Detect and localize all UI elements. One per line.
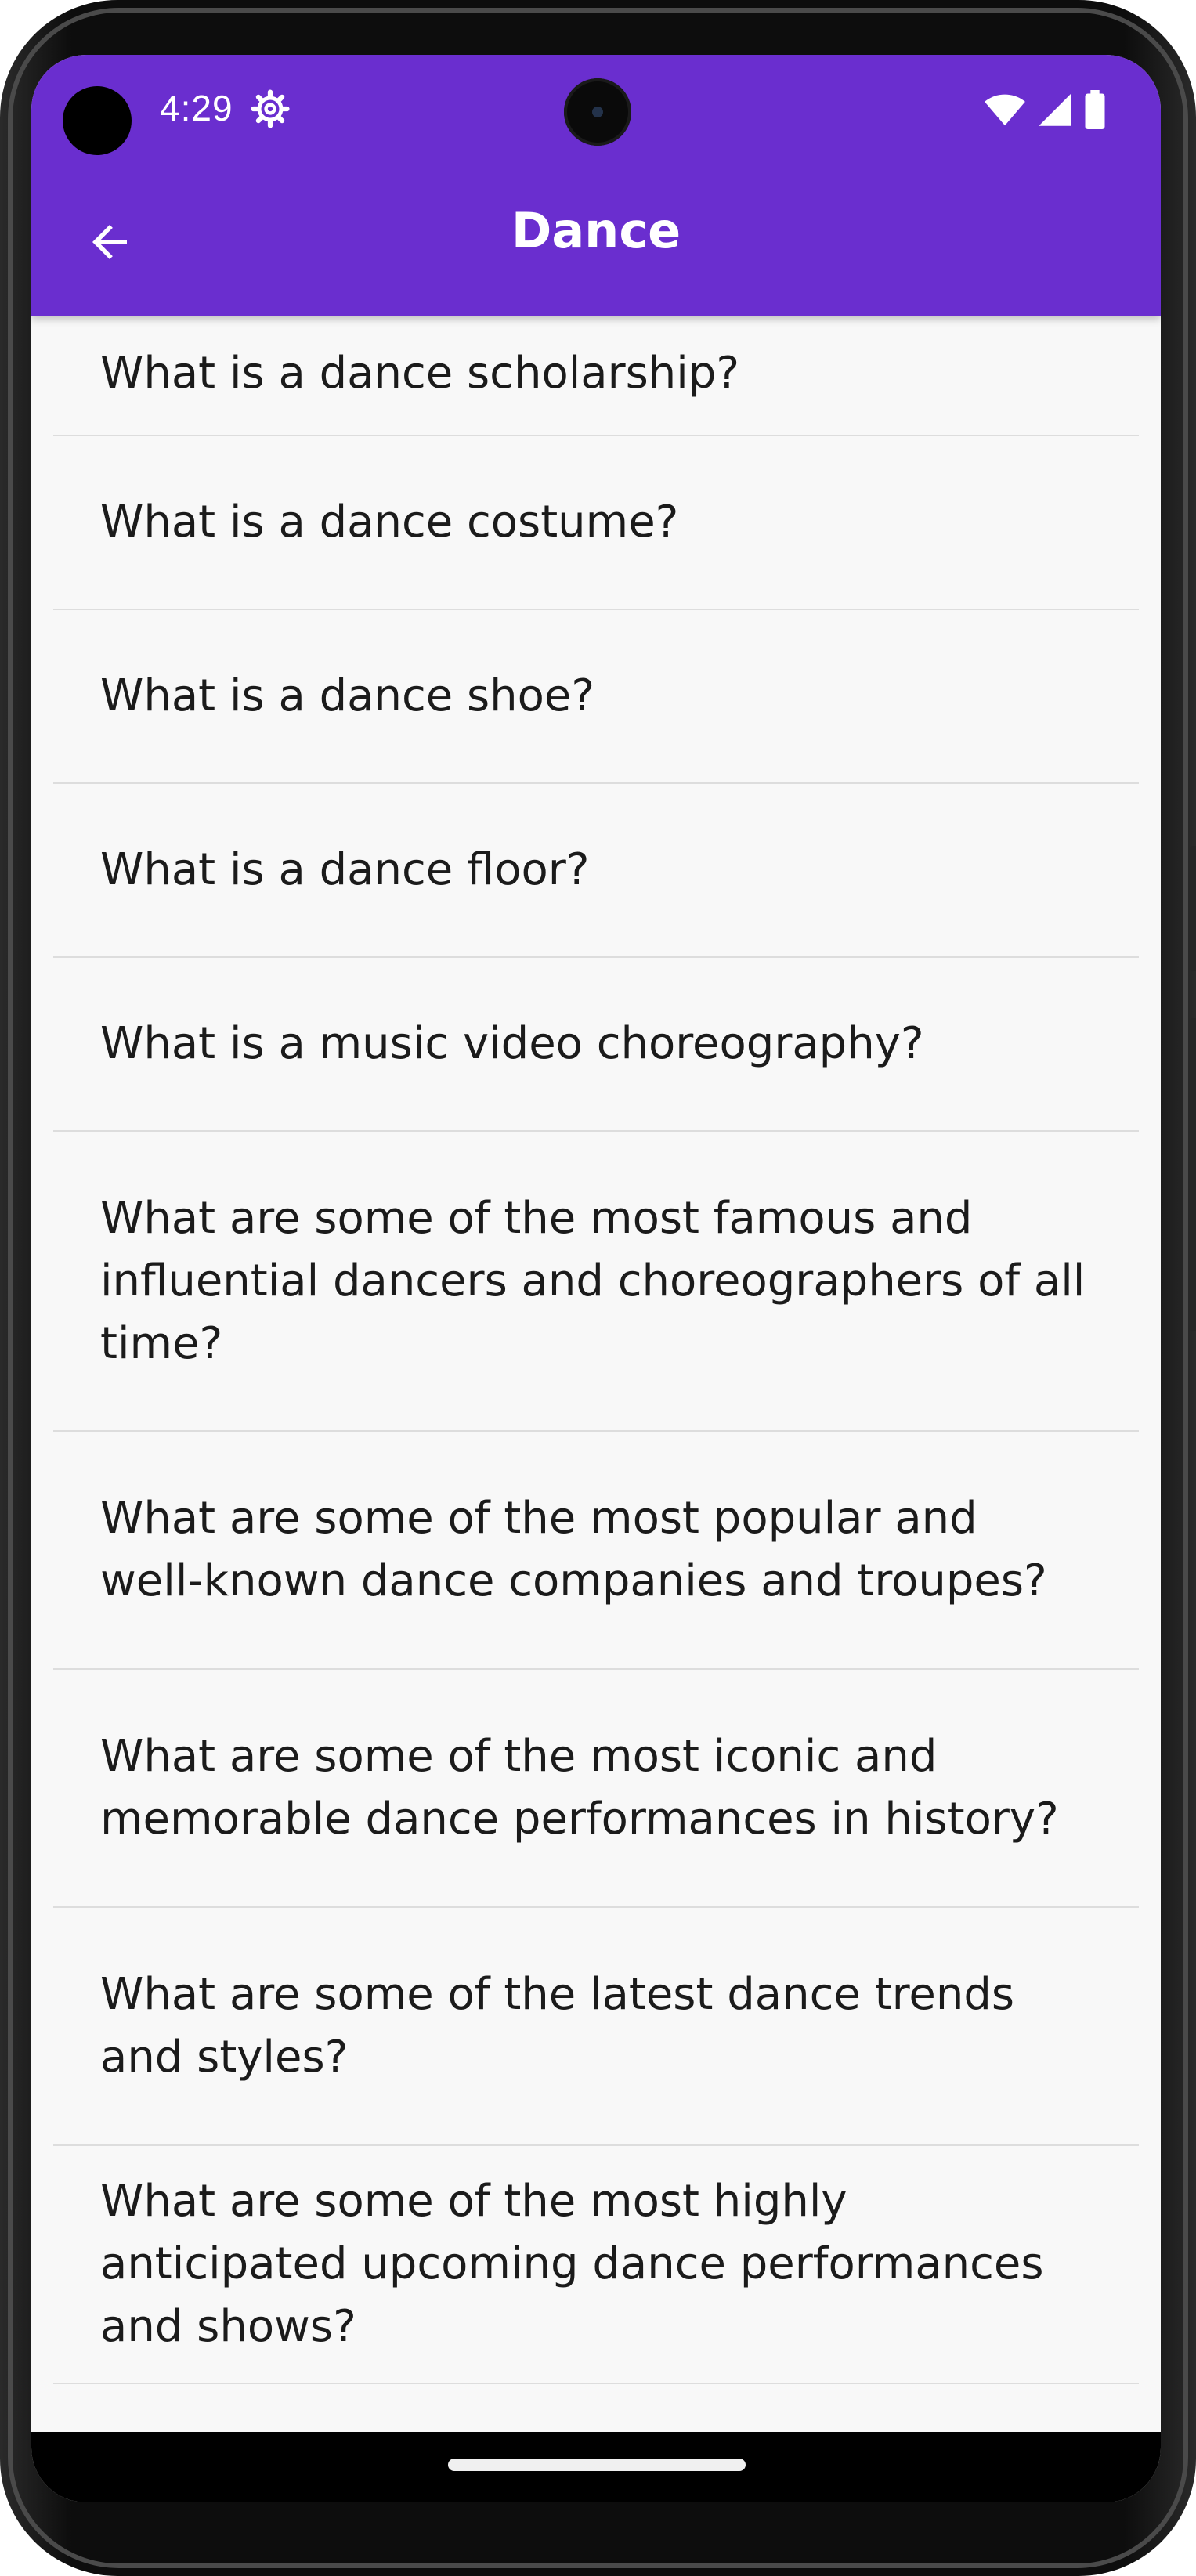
power-button xyxy=(1190,846,1196,971)
status-dot xyxy=(63,86,132,155)
list-item[interactable]: What is a dance scholarship? xyxy=(53,316,1139,436)
list-item-text: What are some of the most highly anticip… xyxy=(100,2176,1044,2352)
list-item-text: What is a dance scholarship? xyxy=(100,348,740,399)
status-time: 4:29 xyxy=(160,88,233,128)
list-item[interactable]: What are some of the most iconic and mem… xyxy=(53,1670,1139,1908)
list-item[interactable]: What is a music video choreography? xyxy=(53,958,1139,1132)
question-list[interactable]: What is a dance scholarship? What is a d… xyxy=(31,316,1161,2475)
list-item[interactable]: What is a dance costume? xyxy=(53,436,1139,610)
status-bar: 4:29 xyxy=(31,55,1161,168)
navigation-bar xyxy=(31,2432,1161,2502)
list-item-text: What is a music video choreography? xyxy=(100,1018,924,1069)
list-item[interactable]: What is a dance shoe? xyxy=(53,610,1139,784)
status-icons xyxy=(984,89,1106,130)
list-item[interactable]: What are some of the most highly anticip… xyxy=(53,2146,1139,2384)
list-item-text: What is a dance shoe? xyxy=(100,670,595,721)
home-indicator[interactable] xyxy=(448,2459,746,2471)
settings-gear-icon xyxy=(251,89,290,128)
front-camera xyxy=(564,78,631,146)
list-item[interactable]: What are some of the most famous and inf… xyxy=(53,1132,1139,1432)
list-item-text: What are some of the most iconic and mem… xyxy=(100,1731,1059,1844)
list-item-text: What are some of the most famous and inf… xyxy=(100,1192,1086,1369)
list-item[interactable]: What are some of the most popular and we… xyxy=(53,1432,1139,1670)
battery-icon xyxy=(1085,90,1105,129)
wifi-icon xyxy=(985,94,1025,126)
phone-frame: 4:29 Dance What is a dance scholarship? … xyxy=(0,0,1196,2576)
app-bar: Dance xyxy=(31,168,1161,316)
cellular-signal-icon xyxy=(1039,93,1071,126)
list-item-text: What is a dance floor? xyxy=(100,844,590,895)
page-title: Dance xyxy=(511,202,681,259)
list-item-text: What is a dance costume? xyxy=(100,497,679,547)
header: 4:29 Dance xyxy=(31,55,1161,316)
list-item[interactable]: What are some of the latest dance trends… xyxy=(53,1908,1139,2146)
list-item-text: What are some of the most popular and we… xyxy=(100,1493,1047,1606)
volume-button xyxy=(1190,1018,1196,1331)
screen: 4:29 Dance What is a dance scholarship? … xyxy=(31,55,1161,2502)
list-item[interactable]: What is a dance floor? xyxy=(53,784,1139,958)
list-item-text: What are some of the latest dance trends… xyxy=(100,1969,1015,2083)
